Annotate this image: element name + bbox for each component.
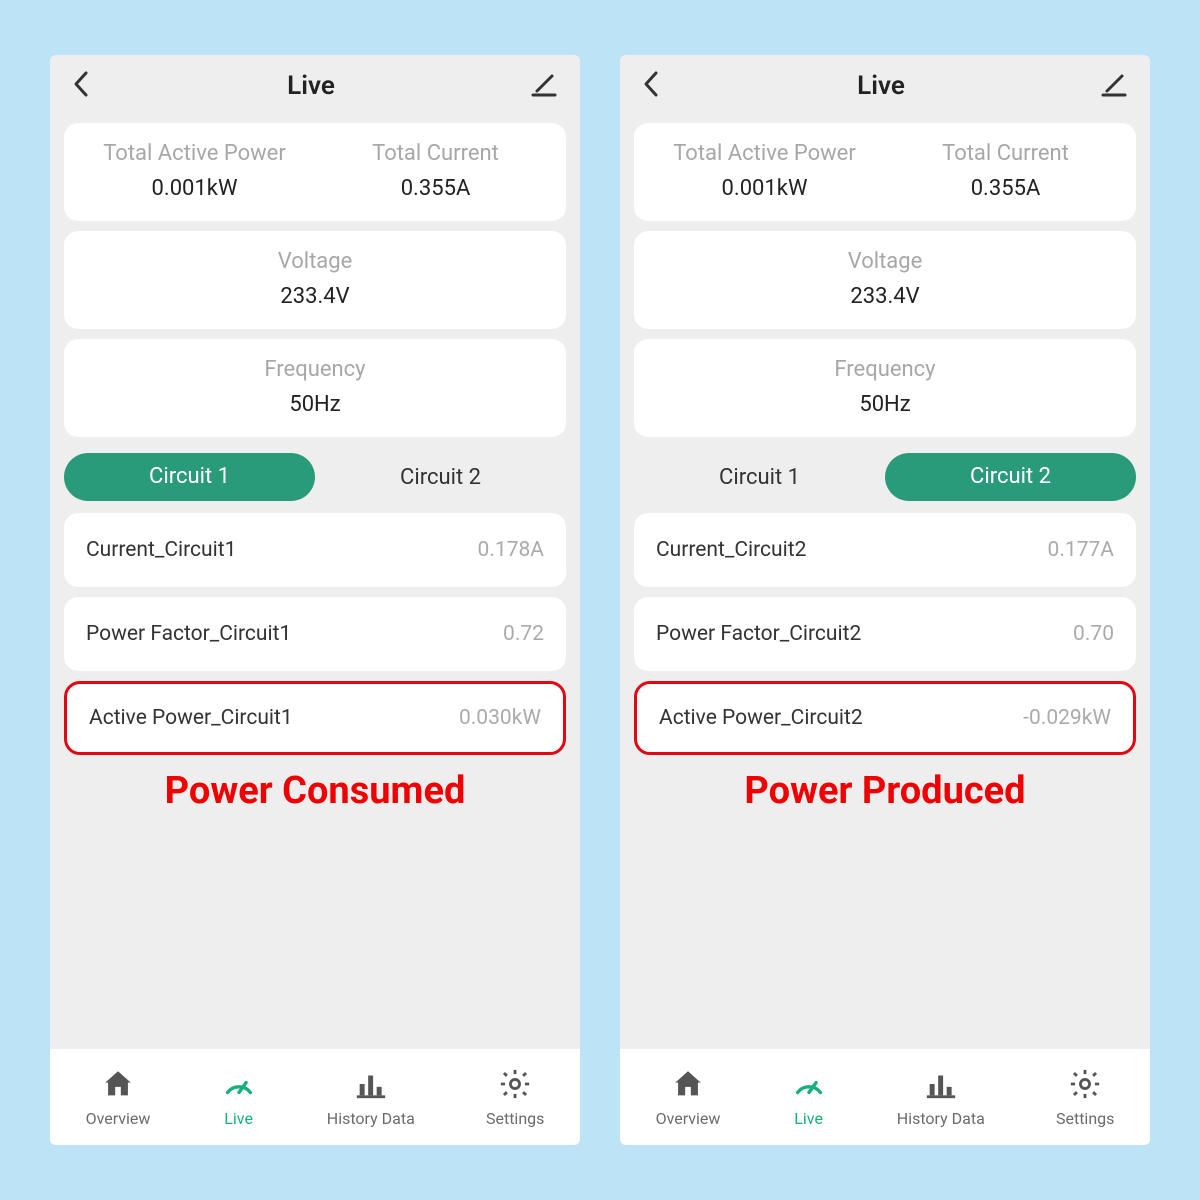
ap-value: -0.029kW bbox=[1023, 706, 1111, 730]
back-icon[interactable] bbox=[72, 69, 92, 103]
annotation-text: Power Produced bbox=[634, 769, 1136, 813]
bottom-nav: Overview Live History Data Settings bbox=[620, 1049, 1150, 1145]
voltage-card: Voltage 233.4V bbox=[64, 231, 566, 329]
edit-icon[interactable] bbox=[1100, 70, 1128, 102]
tab-circuit-2[interactable]: Circuit 2 bbox=[885, 453, 1136, 501]
nav-overview-label: Overview bbox=[86, 1109, 151, 1128]
total-active-power-value: 0.001kW bbox=[74, 176, 315, 201]
ap-label: Active Power_Circuit1 bbox=[89, 706, 293, 730]
total-active-power-label: Total Active Power bbox=[74, 141, 315, 166]
bar-chart-icon bbox=[924, 1067, 958, 1105]
pf-label: Power Factor_Circuit1 bbox=[86, 622, 291, 646]
voltage-card: Voltage 233.4V bbox=[634, 231, 1136, 329]
gauge-icon bbox=[792, 1067, 826, 1105]
circuit-tabs: Circuit 1 Circuit 2 bbox=[634, 453, 1136, 501]
frequency-card: Frequency 50Hz bbox=[64, 339, 566, 437]
voltage-label: Voltage bbox=[74, 249, 556, 274]
nav-overview-label: Overview bbox=[656, 1109, 721, 1128]
frequency-label: Frequency bbox=[74, 357, 556, 382]
total-current-value: 0.355A bbox=[885, 176, 1126, 201]
tab-circuit-1[interactable]: Circuit 1 bbox=[64, 453, 315, 501]
nav-live-label: Live bbox=[794, 1109, 823, 1128]
nav-settings[interactable]: Settings bbox=[1056, 1067, 1114, 1128]
total-current-label: Total Current bbox=[885, 141, 1126, 166]
total-current-label: Total Current bbox=[315, 141, 556, 166]
gear-icon bbox=[1068, 1067, 1102, 1105]
phone-right: Live Total Active Power 0.001kW Total Cu… bbox=[620, 55, 1150, 1145]
annotation-text: Power Consumed bbox=[64, 769, 566, 813]
nav-live[interactable]: Live bbox=[792, 1067, 826, 1128]
bar-chart-icon bbox=[354, 1067, 388, 1105]
frequency-label: Frequency bbox=[644, 357, 1126, 382]
phone-left: Live Total Active Power 0.001kW Total Cu… bbox=[50, 55, 580, 1145]
summary-card-top: Total Active Power 0.001kW Total Current… bbox=[64, 123, 566, 221]
nav-settings[interactable]: Settings bbox=[486, 1067, 544, 1128]
nav-history[interactable]: History Data bbox=[327, 1067, 415, 1128]
voltage-value: 233.4V bbox=[74, 284, 556, 309]
back-icon[interactable] bbox=[642, 69, 662, 103]
nav-history-label: History Data bbox=[897, 1109, 985, 1128]
tab-circuit-1[interactable]: Circuit 1 bbox=[634, 465, 885, 490]
home-icon bbox=[101, 1067, 135, 1105]
ap-value: 0.030kW bbox=[459, 706, 541, 730]
frequency-value: 50Hz bbox=[74, 392, 556, 417]
voltage-value: 233.4V bbox=[644, 284, 1126, 309]
row-current[interactable]: Current_Circuit2 0.177A bbox=[634, 513, 1136, 587]
edit-icon[interactable] bbox=[530, 70, 558, 102]
row-power-factor[interactable]: Power Factor_Circuit2 0.70 bbox=[634, 597, 1136, 671]
frequency-card: Frequency 50Hz bbox=[634, 339, 1136, 437]
row-power-factor[interactable]: Power Factor_Circuit1 0.72 bbox=[64, 597, 566, 671]
nav-settings-label: Settings bbox=[486, 1109, 544, 1128]
content-area: Total Active Power 0.001kW Total Current… bbox=[620, 117, 1150, 1049]
summary-card-top: Total Active Power 0.001kW Total Current… bbox=[634, 123, 1136, 221]
page-title: Live bbox=[857, 71, 905, 101]
nav-live[interactable]: Live bbox=[222, 1067, 256, 1128]
gear-icon bbox=[498, 1067, 532, 1105]
frequency-value: 50Hz bbox=[644, 392, 1126, 417]
bottom-nav: Overview Live History Data Settings bbox=[50, 1049, 580, 1145]
home-icon bbox=[671, 1067, 705, 1105]
row-active-power[interactable]: Active Power_Circuit1 0.030kW bbox=[64, 681, 566, 755]
current-value: 0.178A bbox=[478, 538, 544, 562]
pf-label: Power Factor_Circuit2 bbox=[656, 622, 861, 646]
total-active-power-value: 0.001kW bbox=[644, 176, 885, 201]
pf-value: 0.70 bbox=[1073, 622, 1114, 646]
nav-history[interactable]: History Data bbox=[897, 1067, 985, 1128]
current-label: Current_Circuit2 bbox=[656, 538, 806, 562]
pf-value: 0.72 bbox=[503, 622, 544, 646]
gauge-icon bbox=[222, 1067, 256, 1105]
nav-overview[interactable]: Overview bbox=[656, 1067, 721, 1128]
total-current-value: 0.355A bbox=[315, 176, 556, 201]
topbar: Live bbox=[620, 55, 1150, 117]
voltage-label: Voltage bbox=[644, 249, 1126, 274]
tab-circuit-2[interactable]: Circuit 2 bbox=[315, 465, 566, 490]
nav-history-label: History Data bbox=[327, 1109, 415, 1128]
row-current[interactable]: Current_Circuit1 0.178A bbox=[64, 513, 566, 587]
current-label: Current_Circuit1 bbox=[86, 538, 236, 562]
content-area: Total Active Power 0.001kW Total Current… bbox=[50, 117, 580, 1049]
topbar: Live bbox=[50, 55, 580, 117]
ap-label: Active Power_Circuit2 bbox=[659, 706, 863, 730]
row-active-power[interactable]: Active Power_Circuit2 -0.029kW bbox=[634, 681, 1136, 755]
current-value: 0.177A bbox=[1048, 538, 1114, 562]
nav-settings-label: Settings bbox=[1056, 1109, 1114, 1128]
circuit-tabs: Circuit 1 Circuit 2 bbox=[64, 453, 566, 501]
page-title: Live bbox=[287, 71, 335, 101]
total-active-power-label: Total Active Power bbox=[644, 141, 885, 166]
nav-live-label: Live bbox=[224, 1109, 253, 1128]
nav-overview[interactable]: Overview bbox=[86, 1067, 151, 1128]
